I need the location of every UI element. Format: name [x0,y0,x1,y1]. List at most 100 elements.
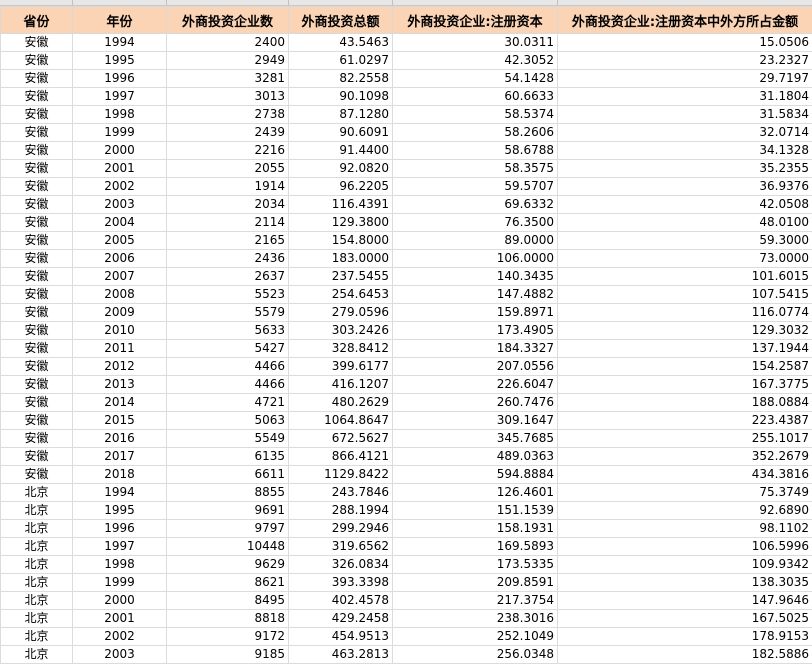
cell-foreign-share[interactable]: 59.3000 [557,231,812,250]
cell-year[interactable]: 2000 [72,141,167,160]
cell-registered-capital[interactable]: 58.5374 [392,105,558,124]
cell-year[interactable]: 1999 [72,573,167,592]
header-cell-foreign-share[interactable]: 外商投资企业:注册资本中外方所占金额 [557,6,812,34]
cell-registered-capital[interactable]: 126.4601 [392,483,558,502]
cell-total-investment[interactable]: 82.2558 [288,69,393,88]
cell-enterprise-count[interactable]: 8495 [166,591,289,610]
cell-enterprise-count[interactable]: 2436 [166,249,289,268]
cell-foreign-share[interactable]: 182.5886 [557,645,812,664]
cell-registered-capital[interactable]: 76.3500 [392,213,558,232]
cell-province[interactable]: 北京 [0,537,73,556]
cell-foreign-share[interactable]: 107.5415 [557,285,812,304]
cell-registered-capital[interactable]: 252.1049 [392,627,558,646]
cell-year[interactable]: 1994 [72,483,167,502]
cell-total-investment[interactable]: 288.1994 [288,501,393,520]
cell-province[interactable]: 安徽 [0,249,73,268]
cell-total-investment[interactable]: 91.4400 [288,141,393,160]
cell-foreign-share[interactable]: 109.9342 [557,555,812,574]
cell-province[interactable]: 北京 [0,627,73,646]
cell-registered-capital[interactable]: 309.1647 [392,411,558,430]
cell-enterprise-count[interactable]: 2400 [166,33,289,52]
cell-enterprise-count[interactable]: 2738 [166,105,289,124]
cell-province[interactable]: 安徽 [0,447,73,466]
cell-total-investment[interactable]: 328.8412 [288,339,393,358]
cell-total-investment[interactable]: 319.6562 [288,537,393,556]
cell-enterprise-count[interactable]: 2055 [166,159,289,178]
cell-foreign-share[interactable]: 98.1102 [557,519,812,538]
cell-registered-capital[interactable]: 147.4882 [392,285,558,304]
cell-total-investment[interactable]: 866.4121 [288,447,393,466]
cell-foreign-share[interactable]: 116.0774 [557,303,812,322]
cell-province[interactable]: 安徽 [0,411,73,430]
cell-enterprise-count[interactable]: 2165 [166,231,289,250]
cell-enterprise-count[interactable]: 3013 [166,87,289,106]
cell-registered-capital[interactable]: 60.6633 [392,87,558,106]
cell-province[interactable]: 北京 [0,483,73,502]
cell-foreign-share[interactable]: 34.1328 [557,141,812,160]
cell-total-investment[interactable]: 116.4391 [288,195,393,214]
cell-year[interactable]: 2004 [72,213,167,232]
cell-total-investment[interactable]: 96.2205 [288,177,393,196]
cell-year[interactable]: 2002 [72,627,167,646]
cell-total-investment[interactable]: 90.1098 [288,87,393,106]
cell-province[interactable]: 北京 [0,591,73,610]
cell-total-investment[interactable]: 303.2426 [288,321,393,340]
cell-province[interactable]: 安徽 [0,285,73,304]
cell-province[interactable]: 北京 [0,519,73,538]
cell-registered-capital[interactable]: 30.0311 [392,33,558,52]
cell-enterprise-count[interactable]: 9629 [166,555,289,574]
cell-total-investment[interactable]: 326.0834 [288,555,393,574]
cell-province[interactable]: 安徽 [0,357,73,376]
cell-registered-capital[interactable]: 226.6047 [392,375,558,394]
cell-year[interactable]: 1996 [72,69,167,88]
cell-year[interactable]: 2008 [72,285,167,304]
cell-foreign-share[interactable]: 178.9153 [557,627,812,646]
cell-foreign-share[interactable]: 137.1944 [557,339,812,358]
cell-registered-capital[interactable]: 207.0556 [392,357,558,376]
cell-province[interactable]: 安徽 [0,429,73,448]
header-cell-registered-capital[interactable]: 外商投资企业:注册资本 [392,6,558,34]
cell-foreign-share[interactable]: 32.0714 [557,123,812,142]
cell-enterprise-count[interactable]: 2034 [166,195,289,214]
cell-year[interactable]: 2018 [72,465,167,484]
cell-enterprise-count[interactable]: 2439 [166,123,289,142]
column-header-e[interactable] [392,0,558,5]
cell-foreign-share[interactable]: 35.2355 [557,159,812,178]
cell-year[interactable]: 2011 [72,339,167,358]
cell-year[interactable]: 1999 [72,123,167,142]
cell-registered-capital[interactable]: 69.6332 [392,195,558,214]
cell-year[interactable]: 2015 [72,411,167,430]
cell-year[interactable]: 1995 [72,51,167,70]
cell-total-investment[interactable]: 92.0820 [288,159,393,178]
cell-foreign-share[interactable]: 92.6890 [557,501,812,520]
cell-enterprise-count[interactable]: 9172 [166,627,289,646]
cell-year[interactable]: 2001 [72,159,167,178]
header-cell-total-investment[interactable]: 外商投资总额 [288,6,393,34]
cell-year[interactable]: 2003 [72,645,167,664]
cell-foreign-share[interactable]: 42.0508 [557,195,812,214]
cell-province[interactable]: 安徽 [0,51,73,70]
cell-total-investment[interactable]: 90.6091 [288,123,393,142]
cell-enterprise-count[interactable]: 2637 [166,267,289,286]
cell-registered-capital[interactable]: 151.1539 [392,501,558,520]
cell-province[interactable]: 安徽 [0,267,73,286]
cell-total-investment[interactable]: 399.6177 [288,357,393,376]
cell-total-investment[interactable]: 480.2629 [288,393,393,412]
cell-enterprise-count[interactable]: 9185 [166,645,289,664]
cell-year[interactable]: 1997 [72,87,167,106]
cell-province[interactable]: 北京 [0,573,73,592]
cell-foreign-share[interactable]: 167.5025 [557,609,812,628]
cell-year[interactable]: 1996 [72,519,167,538]
cell-province[interactable]: 安徽 [0,141,73,160]
cell-province[interactable]: 安徽 [0,177,73,196]
column-header-f[interactable] [557,0,812,5]
cell-total-investment[interactable]: 254.6453 [288,285,393,304]
cell-enterprise-count[interactable]: 2949 [166,51,289,70]
column-header-d[interactable] [288,0,393,5]
cell-foreign-share[interactable]: 75.3749 [557,483,812,502]
cell-province[interactable]: 安徽 [0,339,73,358]
cell-province[interactable]: 安徽 [0,213,73,232]
cell-registered-capital[interactable]: 256.0348 [392,645,558,664]
cell-year[interactable]: 2002 [72,177,167,196]
cell-registered-capital[interactable]: 184.3327 [392,339,558,358]
